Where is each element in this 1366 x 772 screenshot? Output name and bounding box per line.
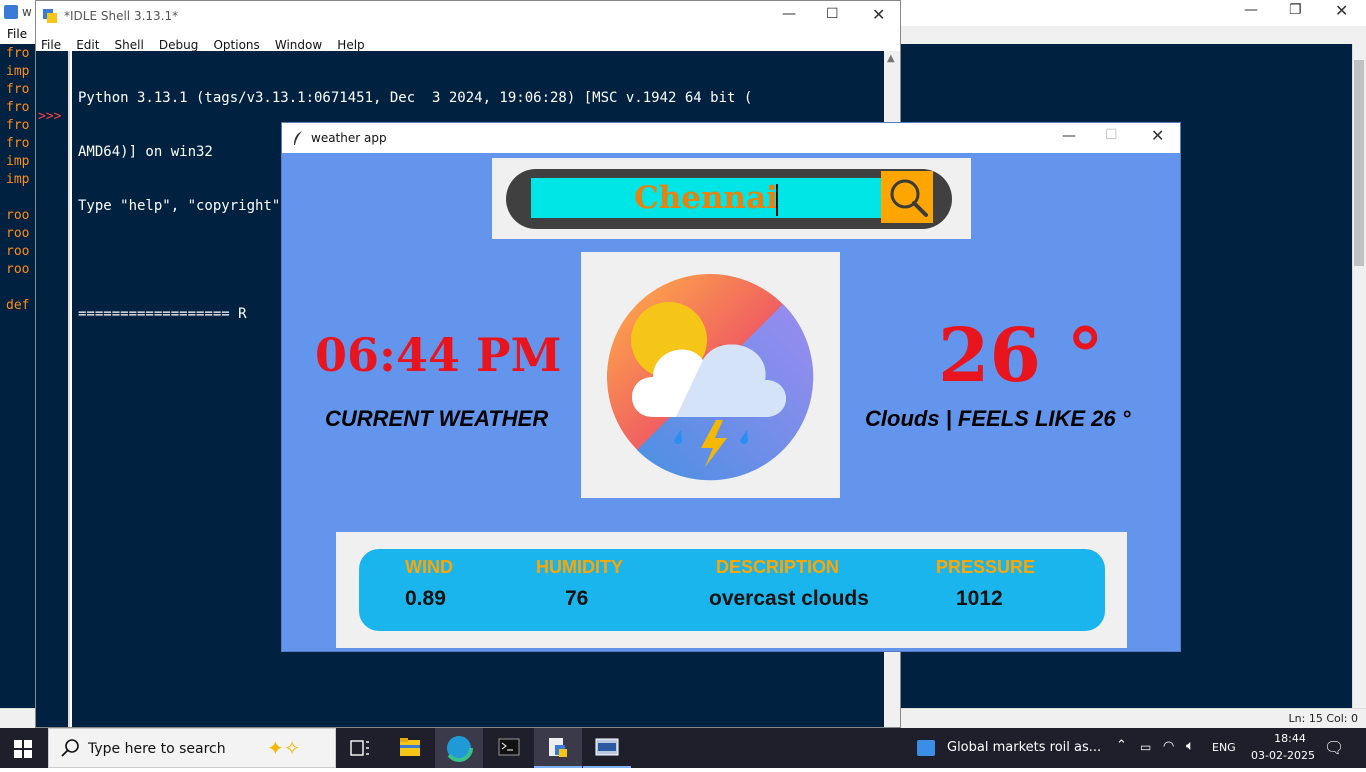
search-frame: Chennai xyxy=(492,158,971,239)
description-value: overcast clouds xyxy=(709,587,869,610)
news-widget[interactable]: Global markets roil as... xyxy=(947,740,1101,755)
wind-value: 0.89 xyxy=(405,587,446,610)
minimize-icon[interactable]: — xyxy=(782,6,796,22)
idle-titlebar: *IDLE Shell 3.13.1* — ☐ ✕ xyxy=(36,1,900,31)
file-explorer-button[interactable] xyxy=(386,728,434,768)
sparkle-icon[interactable]: ✦✧ xyxy=(267,736,301,760)
start-button[interactable] xyxy=(14,740,32,758)
pressure-value: 1012 xyxy=(956,587,1003,610)
cursor-position: Ln: 15 Col: 0 xyxy=(1288,712,1358,725)
code-fragment: fro xyxy=(6,136,30,151)
close-icon[interactable]: ✕ xyxy=(1335,1,1348,20)
chevron-up-icon[interactable]: ⌃ xyxy=(1116,738,1127,753)
shell-line: Python 3.13.1 (tags/v3.13.1:0671451, Dec… xyxy=(78,90,753,106)
minimize-icon[interactable]: — xyxy=(1062,128,1076,144)
task-view-icon xyxy=(350,740,369,756)
minimize-icon[interactable]: — xyxy=(1244,2,1258,18)
text-cursor xyxy=(776,184,778,216)
news-icon xyxy=(917,740,935,756)
code-fragment: roo xyxy=(6,244,30,259)
temperature: 26 ° xyxy=(938,313,1104,399)
thunderstorm-icon xyxy=(607,274,814,481)
idle-menubar: File Edit Shell Debug Options Window Hel… xyxy=(36,31,900,52)
clock-time[interactable]: 18:44 xyxy=(1264,732,1316,745)
weather-icon-frame xyxy=(581,252,840,498)
search-button[interactable] xyxy=(881,171,933,223)
language-indicator[interactable]: ENG xyxy=(1212,741,1236,754)
maximize-icon: ☐ xyxy=(1105,127,1118,143)
wind-label: WIND xyxy=(405,557,453,577)
task-view-button[interactable] xyxy=(336,728,384,768)
python-idle-icon xyxy=(549,738,567,757)
code-fragment: fro xyxy=(6,46,30,61)
search-icon xyxy=(61,739,79,761)
menu-debug[interactable]: Debug xyxy=(159,38,198,52)
shell-prompt: >>> xyxy=(38,109,62,124)
code-fragment: imp xyxy=(6,154,30,169)
menu-options[interactable]: Options xyxy=(213,38,259,52)
scroll-up-icon[interactable]: ▲ xyxy=(887,53,895,64)
background-window-title: w xyxy=(22,5,32,19)
menu-shell[interactable]: Shell xyxy=(115,38,144,52)
background-menubar: File xyxy=(0,26,36,44)
code-fragment: roo xyxy=(6,208,30,223)
code-fragment: roo xyxy=(6,226,30,241)
edge-button[interactable] xyxy=(435,728,483,768)
clock-date[interactable]: 03-02-2025 xyxy=(1250,749,1316,762)
stats-frame: WIND 0.89 HUMIDITY 76 DESCRIPTION overca… xyxy=(336,532,1127,648)
feels-like: Clouds | FEELS LIKE 26 ° xyxy=(865,406,1131,431)
search-icon xyxy=(890,179,928,217)
weather-titlebar: weather app — ☐ ✕ xyxy=(282,123,1180,153)
code-fragment: def xyxy=(6,298,30,313)
taskbar: Type here to search ✦✧ Global markets ro… xyxy=(0,728,1366,768)
code-fragment: roo xyxy=(6,262,30,277)
terminal-button[interactable] xyxy=(485,728,533,768)
terminal-icon xyxy=(498,738,520,756)
menu-help[interactable]: Help xyxy=(337,38,364,52)
humidity-label: HUMIDITY xyxy=(536,557,623,577)
shell-prompt-gutter: >>> xyxy=(36,51,70,727)
editor-scrollbar-thumb[interactable] xyxy=(1354,60,1364,266)
windows-icon xyxy=(14,740,32,758)
notification-icon[interactable]: 🗨︎ xyxy=(1324,738,1344,757)
restore-icon[interactable]: ❐ xyxy=(1289,2,1302,18)
code-fragment: fro xyxy=(6,82,30,97)
pressure-label: PRESSURE xyxy=(936,557,1036,577)
folder-icon xyxy=(400,738,420,756)
close-icon[interactable]: ✕ xyxy=(872,5,885,24)
close-icon[interactable]: ✕ xyxy=(1151,126,1164,145)
menu-edit[interactable]: Edit xyxy=(76,38,99,52)
code-fragment: imp xyxy=(6,64,30,79)
taskbar-search[interactable]: Type here to search ✦✧ xyxy=(48,728,336,768)
local-time: 06:44 PM xyxy=(315,328,562,382)
city-search-input[interactable]: Chennai xyxy=(531,178,881,218)
python-idle-button[interactable] xyxy=(534,728,582,768)
python-icon xyxy=(42,8,58,24)
wifi-icon[interactable]: ◠ xyxy=(1163,739,1174,754)
tkinter-app-button[interactable] xyxy=(583,728,631,768)
python-file-icon xyxy=(4,5,18,19)
description-label: DESCRIPTION xyxy=(716,557,840,577)
search-placeholder: Type here to search xyxy=(88,741,226,757)
maximize-icon[interactable]: ☐ xyxy=(826,6,839,22)
weather-app-window: weather app — ☐ ✕ Chennai 06:44 PM CURRE… xyxy=(281,122,1181,652)
stats-bar: WIND 0.89 HUMIDITY 76 DESCRIPTION overca… xyxy=(359,549,1105,631)
menu-file[interactable]: File xyxy=(7,27,27,41)
humidity-value: 76 xyxy=(565,587,589,610)
edge-icon xyxy=(445,734,473,762)
feather-icon xyxy=(292,130,304,150)
app-window-icon xyxy=(595,738,619,756)
weather-window-title: weather app xyxy=(311,131,387,145)
code-fragment: fro xyxy=(6,100,30,115)
idle-window-title: *IDLE Shell 3.13.1* xyxy=(64,9,179,23)
code-fragment: imp xyxy=(6,172,30,187)
battery-icon[interactable]: ▭ xyxy=(1140,740,1151,754)
search-bar: Chennai xyxy=(506,169,952,229)
volume-icon[interactable]: 🔈︎ xyxy=(1186,738,1194,754)
menu-file[interactable]: File xyxy=(41,38,61,52)
menu-window[interactable]: Window xyxy=(275,38,322,52)
current-weather-label: CURRENT WEATHER xyxy=(325,406,549,431)
code-fragment: fro xyxy=(6,118,30,133)
